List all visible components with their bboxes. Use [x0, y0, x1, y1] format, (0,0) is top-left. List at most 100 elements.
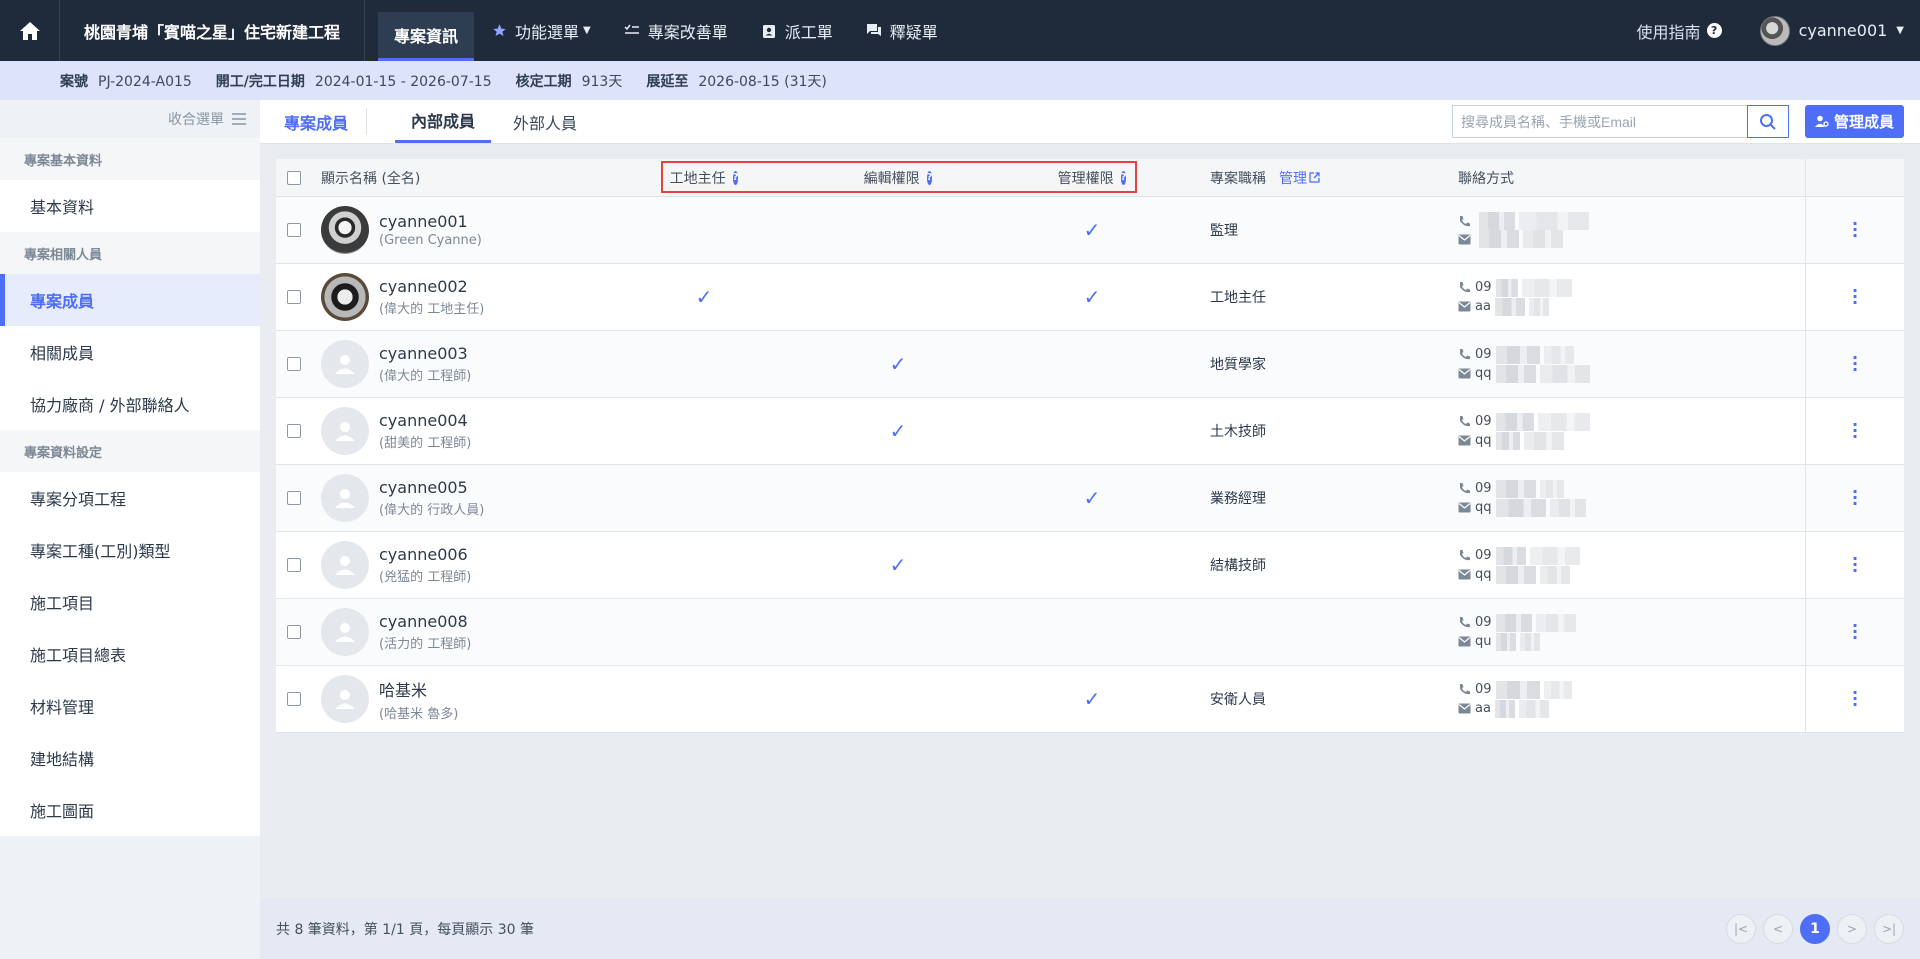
- phone-redacted: [1535, 613, 1576, 632]
- sidebar-item-project-members[interactable]: 專案成員: [0, 274, 260, 326]
- tab-label: 功能選單: [515, 22, 580, 42]
- manage-titles-link[interactable]: 管理: [1279, 168, 1320, 188]
- row-checkbox[interactable]: [287, 625, 301, 639]
- row-actions: · · ·: [1805, 197, 1904, 263]
- mail-icon: [1458, 502, 1471, 513]
- help-icon[interactable]: ?: [926, 170, 933, 185]
- row-checkbox[interactable]: [287, 424, 301, 438]
- member-cell[interactable]: cyanne008 (活力的 工程師): [321, 608, 471, 656]
- table-footer: 共 8 筆資料，第 1/1 頁，每頁顯示 30 筆 |< < 1 > >|: [260, 898, 1920, 959]
- sidebar-group-settings: 專案資料設定: [0, 430, 260, 472]
- tab-function-menu[interactable]: 功能選單 ▼: [474, 0, 607, 61]
- contact-info: 09 qq: [1458, 412, 1590, 450]
- more-options-icon[interactable]: · · ·: [1852, 350, 1858, 378]
- sidebar-item-related-members[interactable]: 相關成員: [0, 326, 260, 378]
- table-row: cyanne002 (偉大的 工地主任) ✓ ✓ 工地主任 09 aa · · ·: [276, 264, 1904, 331]
- sidebar-item-work-items-summary[interactable]: 施工項目總表: [0, 628, 260, 680]
- sidebar-item-site-structure[interactable]: 建地結構: [0, 732, 260, 784]
- row-checkbox[interactable]: [287, 357, 301, 371]
- member-cell[interactable]: cyanne004 (甜美的 工程師): [321, 407, 471, 455]
- contact-info: 09 qq: [1458, 479, 1586, 517]
- table-row: cyanne003 (偉大的 工程師) ✓ 地質學家 09 qq · · ·: [276, 331, 1904, 398]
- email-prefix: qq: [1475, 366, 1492, 381]
- chevron-down-icon: ▼: [583, 25, 591, 36]
- manage-members-button[interactable]: 管理成員: [1804, 105, 1904, 138]
- more-options-icon[interactable]: · · ·: [1852, 417, 1858, 445]
- help-icon[interactable]: ?: [1120, 170, 1127, 185]
- member-name: cyanne002: [379, 277, 468, 296]
- section-title: 專案成員: [260, 108, 368, 135]
- edit-permission-check: ✓: [889, 419, 907, 443]
- more-options-icon[interactable]: · · ·: [1852, 283, 1858, 311]
- member-cell[interactable]: cyanne002 (偉大的 工地主任): [321, 273, 484, 321]
- tab-dispatch[interactable]: 派工單: [744, 0, 849, 61]
- job-title: 土木技師: [1210, 424, 1266, 440]
- home-icon: [19, 21, 40, 40]
- more-options-icon[interactable]: · · ·: [1852, 551, 1858, 579]
- sidebar-item-trade-types[interactable]: 專案工種(工別)類型: [0, 524, 260, 576]
- tab-external-members[interactable]: 外部人員: [497, 100, 593, 143]
- header-edit-permission: 編輯權限?: [864, 168, 933, 188]
- tab-clarification[interactable]: 釋疑單: [849, 0, 954, 61]
- avatar: [321, 273, 369, 321]
- last-page-button[interactable]: >|: [1874, 913, 1904, 944]
- avatar: [321, 206, 369, 254]
- member-cell[interactable]: cyanne001 (Green Cyanne): [321, 206, 482, 254]
- phone-redacted: [1495, 479, 1536, 498]
- sidebar-item-materials[interactable]: 材料管理: [0, 680, 260, 732]
- phone-prefix: 09: [1475, 682, 1492, 697]
- email-redacted: [1495, 632, 1516, 651]
- phone-prefix: 09: [1475, 481, 1492, 496]
- sidebar-item-vendors[interactable]: 協力廠商 / 外部聯絡人: [0, 378, 260, 430]
- search-input[interactable]: [1451, 105, 1747, 138]
- more-options-icon[interactable]: · · ·: [1852, 618, 1858, 646]
- member-cell[interactable]: 哈基米 (哈基米 魯多): [321, 675, 458, 723]
- dates-label: 開工/完工日期: [215, 73, 305, 90]
- extend-label: 展延至: [646, 73, 689, 90]
- page-button-current[interactable]: 1: [1800, 913, 1830, 944]
- table-row: cyanne006 (兇猛的 工程師) ✓ 結構技師 09 qq · · ·: [276, 532, 1904, 599]
- select-all-checkbox[interactable]: [287, 170, 301, 185]
- first-page-button[interactable]: |<: [1726, 913, 1756, 944]
- row-checkbox[interactable]: [287, 223, 301, 237]
- search-button[interactable]: [1746, 105, 1789, 138]
- member-cell[interactable]: cyanne003 (偉大的 工程師): [321, 340, 471, 388]
- sidebar-item-drawings[interactable]: 施工圖面: [0, 784, 260, 836]
- row-checkbox[interactable]: [287, 558, 301, 572]
- more-options-icon[interactable]: · · ·: [1852, 216, 1858, 244]
- help-icon[interactable]: ?: [732, 170, 739, 185]
- person-icon: [335, 690, 355, 709]
- user-guide-link[interactable]: 使用指南 ?: [1637, 19, 1722, 43]
- member-cell[interactable]: cyanne005 (偉大的 行政人員): [321, 474, 484, 522]
- sidebar-group-basic: 專案基本資料: [0, 138, 260, 180]
- member-cell[interactable]: cyanne006 (兇猛的 工程師): [321, 541, 471, 589]
- user-gear-icon: [1814, 115, 1829, 127]
- mail-icon: [1458, 636, 1471, 647]
- phone-icon: [1460, 282, 1470, 293]
- more-options-icon[interactable]: · · ·: [1852, 484, 1858, 512]
- case-no-label: 案號: [60, 73, 88, 90]
- user-menu[interactable]: cyanne001 ▼: [1759, 15, 1904, 46]
- row-checkbox[interactable]: [287, 491, 301, 505]
- sidebar-item-work-items[interactable]: 施工項目: [0, 576, 260, 628]
- tab-internal-members[interactable]: 內部成員: [395, 100, 492, 143]
- person-icon: [335, 355, 355, 374]
- link-label: 管理: [1279, 170, 1307, 187]
- sidebar-item-basic-info[interactable]: 基本資料: [0, 180, 260, 232]
- home-button[interactable]: [0, 0, 60, 61]
- person-icon: [335, 422, 355, 441]
- mail-icon: [1458, 234, 1471, 244]
- sidebar-item-sub-works[interactable]: 專案分項工程: [0, 472, 260, 524]
- tab-improvement[interactable]: 專案改善單: [607, 0, 744, 61]
- job-title: 業務經理: [1210, 491, 1266, 507]
- pagination-summary: 共 8 筆資料，第 1/1 頁，每頁顯示 30 筆: [276, 921, 534, 938]
- mail-icon: [1458, 703, 1471, 714]
- row-checkbox[interactable]: [287, 290, 301, 304]
- more-options-icon[interactable]: · · ·: [1852, 685, 1858, 713]
- row-checkbox[interactable]: [287, 692, 301, 706]
- prev-page-button[interactable]: <: [1763, 913, 1793, 944]
- collapse-menu-button[interactable]: 收合選單: [0, 100, 260, 138]
- tab-project-info[interactable]: 專案資訊: [378, 12, 475, 61]
- next-page-button[interactable]: >: [1837, 913, 1867, 944]
- header-site-director: 工地主任?: [670, 168, 739, 188]
